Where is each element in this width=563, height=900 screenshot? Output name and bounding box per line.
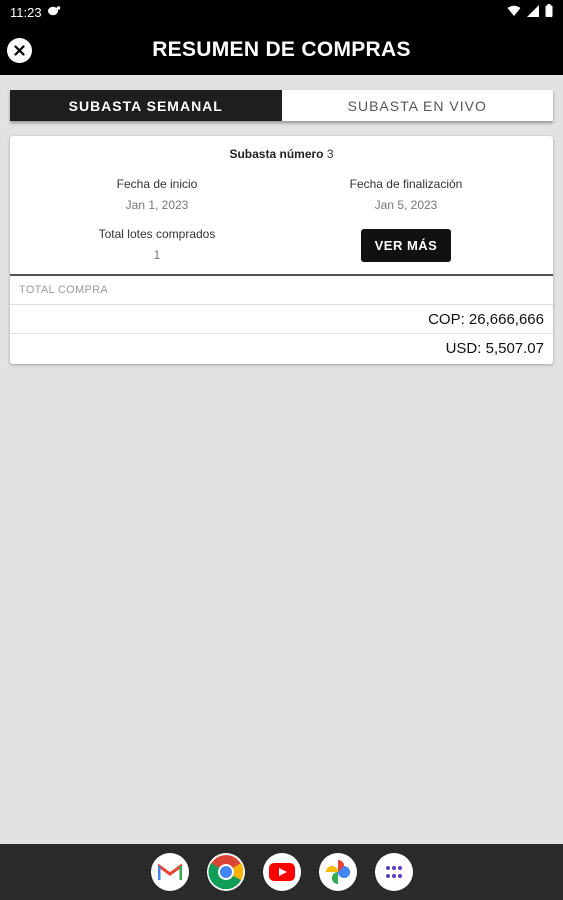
total-label: TOTAL COMPRA xyxy=(19,284,108,296)
app-drawer-icon[interactable] xyxy=(374,853,413,891)
photos-icon[interactable] xyxy=(318,853,357,891)
start-date-label: Fecha de inicio xyxy=(116,177,198,191)
close-icon xyxy=(14,45,25,56)
divider xyxy=(10,274,553,276)
lots-value: 1 xyxy=(153,248,161,262)
page-title: RESUMEN DE COMPRAS xyxy=(152,37,411,61)
app-bar: RESUMEN DE COMPRAS xyxy=(0,24,563,75)
lots-label: Total lotes comprados xyxy=(98,227,216,241)
auction-number: 3 xyxy=(326,147,334,161)
signal-icon xyxy=(527,4,539,20)
tab-bar: SUBASTA SEMANAL SUBASTA EN VIVO xyxy=(10,90,553,121)
close-button[interactable] xyxy=(7,38,32,63)
lots-block: Total lotes comprados 1 xyxy=(32,227,282,262)
status-time: 11:23 xyxy=(10,4,42,20)
battery-icon xyxy=(545,4,553,20)
tab-subasta-semanal[interactable]: SUBASTA SEMANAL xyxy=(10,90,282,121)
end-date-label: Fecha de finalización xyxy=(349,177,463,191)
start-date-block: Fecha de inicio Jan 1, 2023 xyxy=(32,177,282,212)
total-usd-value: USD: 5,507.07 xyxy=(445,340,544,357)
chrome-icon[interactable] xyxy=(206,853,245,891)
tab-subasta-en-vivo[interactable]: SUBASTA EN VIVO xyxy=(281,90,553,121)
purchase-summary-card: Subasta número 3 Fecha de inicio Jan 1, … xyxy=(10,136,553,364)
ver-mas-button[interactable]: VER MÁS xyxy=(361,229,451,262)
gmail-icon[interactable] xyxy=(150,853,189,891)
end-date-value: Jan 5, 2023 xyxy=(374,198,438,212)
app-dock xyxy=(0,844,563,900)
youtube-icon[interactable] xyxy=(262,853,301,891)
status-bar: 11:23 xyxy=(0,0,563,24)
divider xyxy=(10,333,553,334)
divider xyxy=(10,304,553,305)
auction-title-label: Subasta número xyxy=(229,147,324,161)
notification-icon xyxy=(47,5,61,20)
total-cop-value: COP: 26,666,666 xyxy=(428,311,544,328)
end-date-block: Fecha de finalización Jan 5, 2023 xyxy=(281,177,531,212)
start-date-value: Jan 1, 2023 xyxy=(125,198,189,212)
wifi-icon xyxy=(507,5,521,20)
auction-title: Subasta número 3 xyxy=(10,147,553,161)
